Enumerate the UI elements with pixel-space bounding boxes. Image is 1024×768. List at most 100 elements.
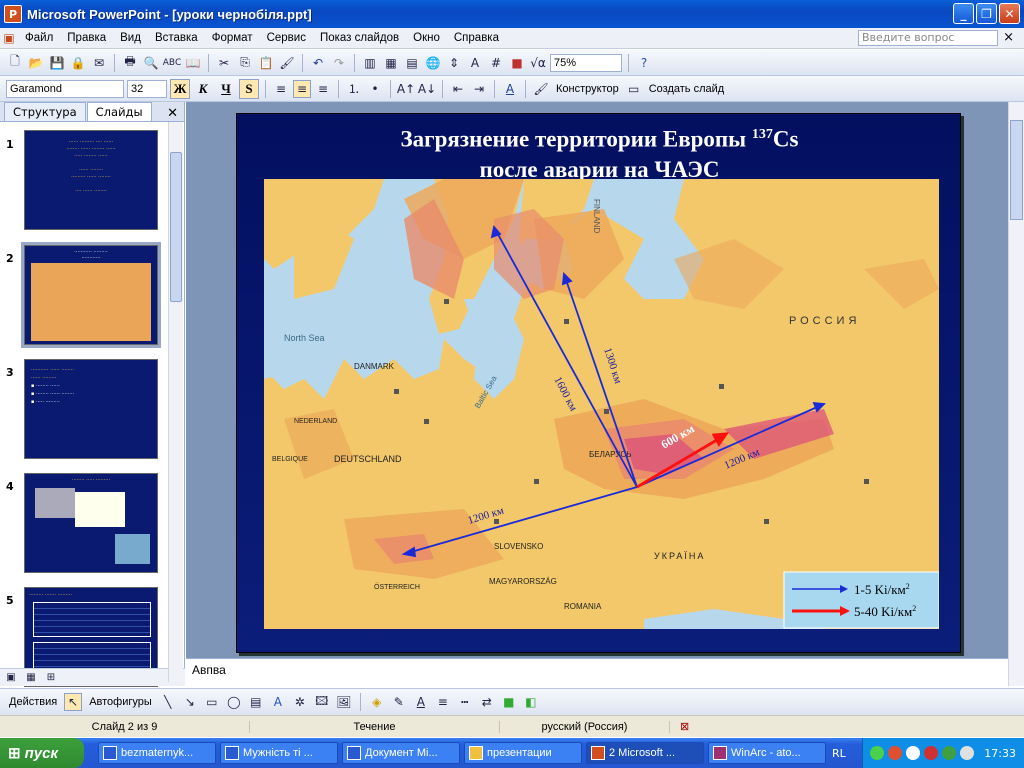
notes-pane[interactable]: Авпва: [186, 658, 1008, 686]
slide-thumbnail-2[interactable]: ··········· ········· ············: [21, 242, 161, 348]
tray-icon[interactable]: [888, 746, 903, 760]
new-icon[interactable]: 🗋: [6, 54, 24, 72]
task-powerpoint[interactable]: 2 Microsoft ...: [586, 742, 704, 764]
slide-thumbnail-4[interactable]: ········ ····· ·········: [24, 473, 158, 573]
tray-icon[interactable]: [942, 746, 957, 760]
font-size-select[interactable]: 32: [127, 79, 167, 98]
align-left-icon[interactable]: ≡: [272, 80, 290, 98]
sorter-view-icon[interactable]: ▦: [22, 669, 40, 687]
slide-thumbnail-1[interactable]: ······ ········· ···· ······ ········ ···…: [24, 130, 158, 230]
wordart-icon[interactable]: A: [269, 693, 287, 711]
align-center-icon[interactable]: ≡: [293, 79, 311, 98]
underline-button[interactable]: Ч: [216, 79, 236, 99]
line-icon[interactable]: ╲: [159, 693, 177, 711]
doc-icon[interactable]: ▣: [0, 29, 18, 47]
picture-icon[interactable]: 🖼: [335, 693, 353, 711]
cut-icon[interactable]: ✂: [215, 54, 233, 72]
textbox-icon[interactable]: ▤: [247, 693, 265, 711]
slide-thumbnail-3[interactable]: ··········· ······ ········ ······ ······…: [24, 359, 158, 459]
chart-icon[interactable]: ▥: [361, 54, 379, 72]
rectangle-icon[interactable]: ▭: [203, 693, 221, 711]
new-slide-icon[interactable]: ▭: [625, 80, 643, 98]
menu-view[interactable]: Вид: [113, 32, 148, 44]
table-icon[interactable]: ▦: [382, 54, 400, 72]
decrease-indent-icon[interactable]: ⇤: [449, 80, 467, 98]
menu-window[interactable]: Окно: [406, 32, 447, 44]
clipart-icon[interactable]: 🖾: [313, 693, 331, 711]
font-select[interactable]: Garamond: [6, 79, 124, 98]
permission-icon[interactable]: 🔒: [69, 54, 87, 72]
research-icon[interactable]: 📖: [184, 54, 202, 72]
spelling-icon[interactable]: ABC: [163, 54, 181, 72]
undo-icon[interactable]: ↶: [309, 54, 327, 72]
redo-icon[interactable]: ↷: [330, 54, 348, 72]
fill-color-icon[interactable]: ◈: [368, 693, 386, 711]
bullets-icon[interactable]: •: [366, 80, 384, 98]
increase-indent-icon[interactable]: ⇥: [470, 80, 488, 98]
shadow-style-icon[interactable]: ■: [500, 693, 518, 711]
3d-style-icon[interactable]: ◧: [522, 693, 540, 711]
zoom-select[interactable]: 75%: [550, 53, 622, 72]
restore-button[interactable]: ❐: [976, 3, 997, 24]
start-button[interactable]: ⊞ пуск: [0, 738, 84, 768]
editor-scrollbar[interactable]: [1008, 102, 1024, 686]
grid-icon[interactable]: #: [487, 54, 505, 72]
select-cursor-icon[interactable]: ↖: [64, 693, 83, 711]
color-grayscale-icon[interactable]: ■: [508, 54, 526, 72]
show-formatting-icon[interactable]: A: [466, 54, 484, 72]
equation-icon[interactable]: √α: [529, 54, 547, 72]
arrow-style-icon[interactable]: ⇄: [478, 693, 496, 711]
print-icon[interactable]: 🖶: [121, 54, 139, 72]
menu-edit[interactable]: Правка: [60, 32, 113, 44]
font-color-icon[interactable]: A: [501, 80, 519, 98]
designer-icon[interactable]: 🖌: [532, 80, 550, 98]
menu-file[interactable]: Файл: [18, 32, 60, 44]
task-bezmaternyk[interactable]: bezmaternyk...: [98, 742, 216, 764]
hyperlink-icon[interactable]: 🌐: [424, 54, 442, 72]
menu-help[interactable]: Справка: [447, 32, 506, 44]
close-panel-icon[interactable]: ✕: [167, 106, 178, 121]
diagram-icon[interactable]: ✲: [291, 693, 309, 711]
slideshow-view-icon[interactable]: ⊞: [42, 669, 60, 687]
autoshapes-menu[interactable]: Автофигуры: [86, 696, 155, 708]
italic-button[interactable]: К: [193, 79, 213, 99]
menu-tools[interactable]: Сервис: [260, 32, 313, 44]
align-right-icon[interactable]: ≡: [314, 80, 332, 98]
email-icon[interactable]: ✉: [90, 54, 108, 72]
shadow-button[interactable]: S: [239, 78, 259, 99]
menu-slideshow[interactable]: Показ слайдов: [313, 32, 406, 44]
tables-borders-icon[interactable]: ▤: [403, 54, 421, 72]
open-icon[interactable]: 📂: [27, 54, 45, 72]
menu-format[interactable]: Формат: [205, 32, 260, 44]
close-button[interactable]: ✕: [999, 3, 1020, 24]
dash-style-icon[interactable]: ┅: [456, 693, 474, 711]
help-icon[interactable]: ?: [635, 54, 653, 72]
expand-icon[interactable]: ⇕: [445, 54, 463, 72]
tab-slides[interactable]: Слайды: [86, 102, 152, 121]
oval-icon[interactable]: ◯: [225, 693, 243, 711]
preview-icon[interactable]: 🔍: [142, 54, 160, 72]
paste-icon[interactable]: 📋: [257, 54, 275, 72]
slide-title[interactable]: Загрязнение территории Европы 137Cs посл…: [237, 120, 962, 185]
normal-view-icon[interactable]: ▣: [2, 669, 20, 687]
task-winarc[interactable]: WinArc - ato...: [708, 742, 826, 764]
actions-menu[interactable]: Действия: [6, 696, 60, 708]
designer-button[interactable]: Конструктор: [553, 83, 622, 95]
line-style-icon[interactable]: ≡: [434, 693, 452, 711]
minimize-button[interactable]: _: [953, 3, 974, 24]
font-grow-icon[interactable]: A↑: [397, 80, 415, 98]
arrow-icon[interactable]: ↘: [181, 693, 199, 711]
task-document[interactable]: Документ Mi...: [342, 742, 460, 764]
close-doc-icon[interactable]: ×: [1003, 30, 1014, 45]
task-muzhnist[interactable]: Мужність ті ...: [220, 742, 338, 764]
language-indicator[interactable]: RL: [826, 747, 852, 760]
bold-button[interactable]: Ж: [170, 78, 190, 99]
tray-icon[interactable]: [960, 746, 975, 760]
copy-icon[interactable]: ⎘: [236, 54, 254, 72]
ask-question-input[interactable]: Введите вопрос: [858, 30, 998, 46]
numbering-icon[interactable]: ⒈: [345, 80, 363, 98]
font-color-draw-icon[interactable]: A: [412, 693, 430, 711]
task-presentations[interactable]: презентации: [464, 742, 582, 764]
new-slide-button[interactable]: Создать слайд: [646, 83, 727, 95]
format-painter-icon[interactable]: 🖌: [278, 54, 296, 72]
